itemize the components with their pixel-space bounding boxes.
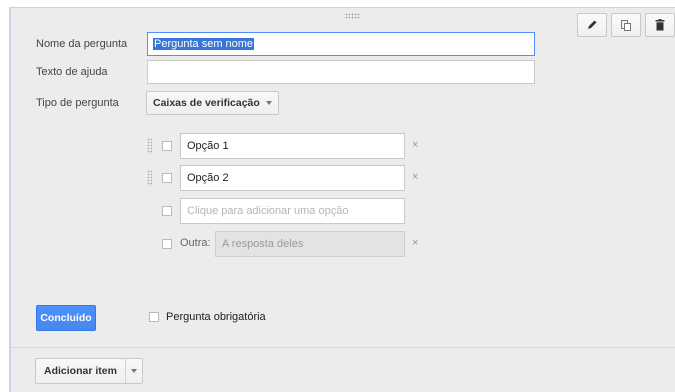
remove-other-button[interactable]: ×	[412, 237, 418, 249]
option-field[interactable]: Opção 1	[180, 133, 405, 159]
question-type-dropdown[interactable]: Caixas de verificação	[146, 91, 279, 115]
add-option-row: Clique para adicionar uma opção	[147, 198, 447, 224]
option-field[interactable]: Opção 2	[180, 165, 405, 191]
drag-handle-icon[interactable]	[147, 170, 152, 186]
trash-icon	[655, 19, 665, 31]
pencil-icon	[588, 20, 597, 29]
remove-option-button[interactable]: ×	[412, 171, 418, 183]
required-checkbox[interactable]	[149, 312, 159, 322]
chevron-down-icon	[265, 101, 272, 105]
question-name-value: Pergunta sem nome	[153, 38, 255, 50]
question-name-field[interactable]: Pergunta sem nome	[147, 32, 535, 56]
add-item-dropdown[interactable]	[126, 359, 142, 383]
required-toggle[interactable]: Pergunta obrigatória	[149, 311, 266, 323]
add-option-field[interactable]: Clique para adicionar uma opção	[180, 198, 405, 224]
other-option-row: Outra: A resposta deles ×	[147, 231, 447, 257]
done-button[interactable]: Concluído	[36, 305, 96, 331]
option-checkbox	[162, 239, 172, 249]
drag-handle-icon[interactable]	[147, 138, 152, 154]
other-answer-field: A resposta deles	[215, 231, 405, 257]
question-toolbar	[577, 13, 675, 37]
question-type-label: Tipo de pergunta	[36, 97, 119, 109]
chevron-down-icon	[130, 369, 137, 373]
option-checkbox	[162, 206, 172, 216]
delete-button[interactable]	[645, 13, 675, 37]
option-checkbox	[162, 173, 172, 183]
form-editor: Nome da pergunta Pergunta sem nome Texto…	[0, 0, 675, 392]
option-checkbox	[162, 141, 172, 151]
required-label: Pergunta obrigatória	[166, 311, 266, 323]
other-label: Outra:	[180, 237, 211, 249]
help-text-label: Texto de ajuda	[36, 66, 108, 78]
option-row: Opção 2 ×	[147, 165, 447, 191]
question-type-value: Caixas de verificação	[153, 97, 260, 109]
edit-button[interactable]	[577, 13, 607, 37]
remove-option-button[interactable]: ×	[412, 139, 418, 151]
bottom-bar: Adicionar item	[9, 348, 675, 392]
duplicate-button[interactable]	[611, 13, 641, 37]
question-name-label: Nome da pergunta	[36, 38, 128, 50]
drag-handle-icon[interactable]	[345, 13, 361, 19]
question-card: Nome da pergunta Pergunta sem nome Texto…	[9, 7, 675, 348]
help-text-field[interactable]	[147, 60, 535, 84]
add-item-button[interactable]: Adicionar item	[35, 358, 143, 384]
add-item-label[interactable]: Adicionar item	[36, 359, 126, 383]
option-row: Opção 1 ×	[147, 133, 447, 159]
copy-icon	[621, 19, 631, 31]
